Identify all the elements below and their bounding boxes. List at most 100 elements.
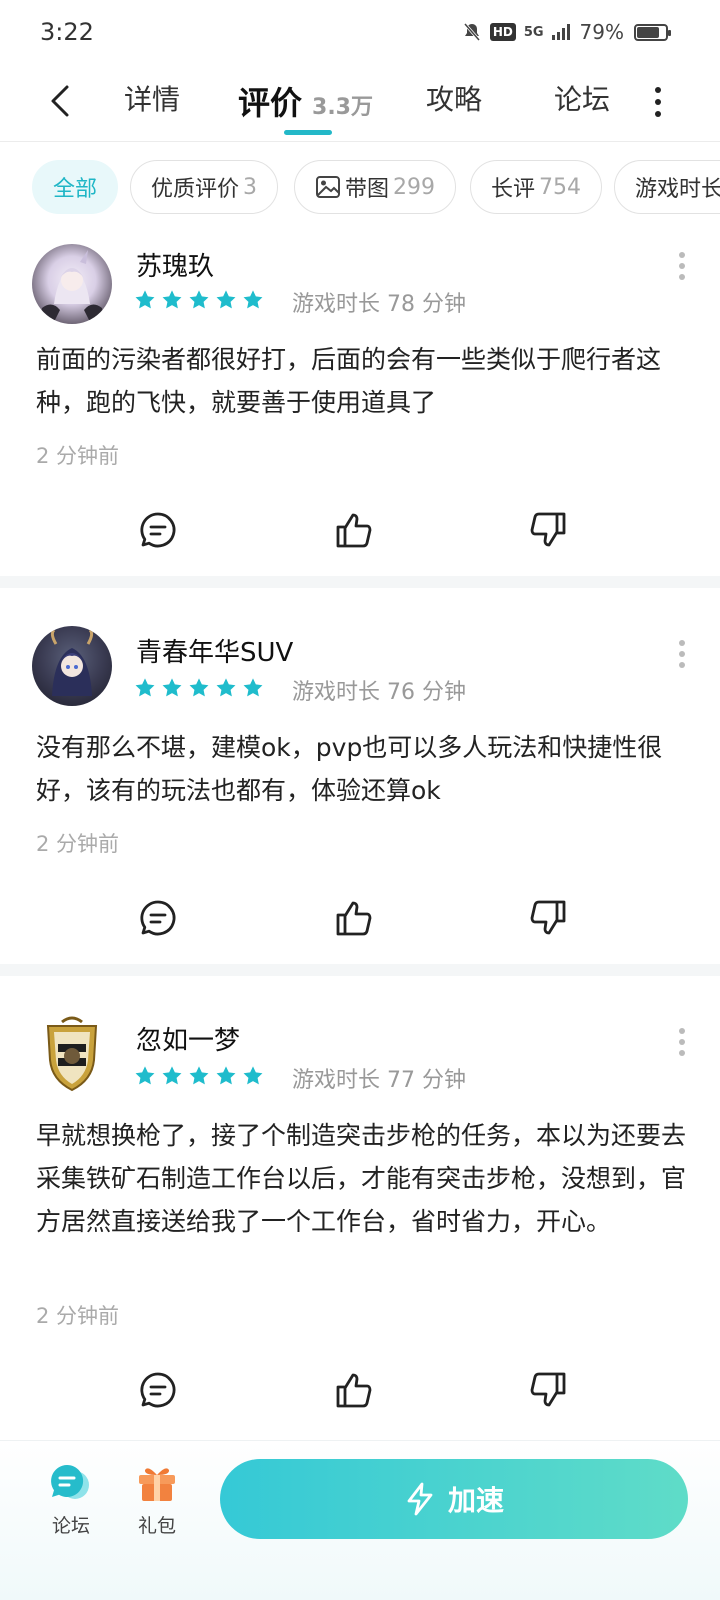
chip-label: 优质评价 — [151, 177, 240, 202]
image-icon — [315, 175, 341, 199]
review-text[interactable]: 没有那么不堪，建模ok，pvp也可以多人玩法和快捷性很好，该有的玩法也都有，体验… — [36, 726, 686, 812]
review-more-button[interactable] — [678, 640, 686, 668]
review-text[interactable]: 早就想换枪了，接了个制造突击步枪的任务，本以为还要去采集铁矿石制造工作台以后，才… — [36, 1114, 686, 1243]
tab-label: 评价 — [238, 84, 303, 122]
thumbs-down-icon — [530, 512, 566, 547]
tab-label: 攻略 — [426, 83, 483, 116]
status-icons: HD 5G 79% — [462, 20, 671, 44]
review-time: 2 分钟前 — [36, 832, 120, 856]
tab-details[interactable]: 详情 — [124, 78, 180, 124]
chip-count: 3 — [243, 174, 258, 200]
star-icon — [135, 1066, 155, 1085]
star-icon — [135, 678, 155, 697]
comment-button[interactable] — [138, 510, 178, 550]
thumbs-up-icon — [336, 1373, 372, 1408]
divider — [0, 964, 720, 976]
star-icon — [162, 1066, 182, 1085]
thumbs-up-icon — [336, 513, 372, 548]
dislike-button[interactable] — [528, 898, 568, 938]
gift-label: 礼包 — [137, 1515, 176, 1537]
back-arrow-icon — [51, 85, 69, 117]
avatar[interactable] — [32, 626, 112, 706]
review-time: 2 分钟前 — [36, 444, 120, 468]
like-button[interactable] — [334, 1370, 374, 1410]
divider — [0, 576, 720, 588]
star-rating — [134, 1065, 264, 1087]
username[interactable]: 苏瑰玖 — [136, 246, 214, 283]
chip-label: 全部 — [53, 177, 98, 202]
bottom-action-bar: 论坛 礼包 加速 — [0, 1440, 720, 1600]
playtime: 游戏时长 76 分钟 — [292, 680, 466, 705]
thumbs-down-icon — [530, 1372, 566, 1407]
avatar[interactable] — [32, 244, 112, 324]
comment-icon — [140, 1372, 176, 1408]
playtime: 游戏时长 77 分钟 — [292, 1068, 466, 1093]
status-time: 3:22 — [40, 18, 94, 46]
star-icon — [135, 290, 155, 309]
filter-chip-long-reviews[interactable]: 长评 754 — [470, 160, 603, 214]
review-more-button[interactable] — [678, 1028, 686, 1056]
star-rating — [134, 677, 264, 699]
forum-label: 论坛 — [51, 1515, 90, 1537]
chip-label: 长评 — [491, 177, 536, 202]
review-card: 苏瑰玖 游戏时长 78 分钟 前面的污染者都很好打，后面的会有一些类似于爬行者这… — [0, 222, 720, 588]
like-button[interactable] — [334, 898, 374, 938]
like-button[interactable] — [334, 510, 374, 550]
star-icon — [216, 1066, 236, 1085]
forum-chat-icon — [51, 1464, 89, 1499]
chip-count: 299 — [393, 174, 436, 200]
thumbs-up-icon — [336, 901, 372, 936]
hd-badge: HD — [489, 23, 516, 41]
star-icon — [162, 678, 182, 697]
chip-label: 带图 — [345, 177, 390, 202]
review-text[interactable]: 前面的污染者都很好打，后面的会有一些类似于爬行者这种，跑的飞快，就要善于使用道具… — [36, 338, 686, 424]
review-card: 青春年华SUV 游戏时长 76 分钟 没有那么不堪，建模ok，pvp也可以多人玩… — [0, 588, 720, 966]
signal-icon — [551, 24, 570, 40]
forum-button[interactable]: 论坛 — [36, 1463, 106, 1538]
playtime: 游戏时长 78 分钟 — [292, 292, 466, 317]
star-icon — [243, 290, 263, 309]
tab-forum[interactable]: 论坛 — [554, 78, 610, 124]
active-tab-indicator — [284, 130, 332, 135]
username[interactable]: 忽如一梦 — [136, 1020, 240, 1057]
comment-button[interactable] — [138, 1370, 178, 1410]
dislike-button[interactable] — [528, 510, 568, 550]
tab-reviews[interactable]: 评价 3.3万 — [238, 78, 373, 124]
avatar[interactable] — [32, 1014, 112, 1094]
more-options-button[interactable] — [648, 82, 668, 122]
gift-button[interactable]: 礼包 — [122, 1463, 192, 1538]
dislike-button[interactable] — [528, 1370, 568, 1410]
lightning-icon — [407, 1482, 433, 1516]
star-icon — [189, 678, 209, 697]
status-bar: 3:22 HD 5G 79% — [0, 0, 720, 68]
battery-icon — [634, 23, 671, 41]
comment-icon — [140, 900, 176, 936]
chip-label: 游戏时长 — [635, 177, 720, 202]
username[interactable]: 青春年华SUV — [136, 632, 293, 669]
star-rating — [134, 289, 264, 311]
review-more-button[interactable] — [678, 252, 686, 280]
boost-label: 加速 — [447, 1484, 504, 1517]
boost-button[interactable]: 加速 — [220, 1459, 688, 1539]
filter-chips: 全部 优质评价 3 带图 299 长评 754 游戏时长 — [0, 158, 720, 216]
chip-count: 754 — [539, 174, 582, 200]
filter-chip-with-images[interactable]: 带图 299 — [294, 160, 457, 214]
comment-icon — [140, 512, 176, 548]
review-card: 忽如一梦 游戏时长 77 分钟 早就想换枪了，接了个制造突击步枪的任务，本以为还… — [0, 976, 720, 1440]
filter-chip-playtime[interactable]: 游戏时长 — [614, 160, 720, 214]
back-button[interactable] — [40, 78, 80, 124]
gift-icon — [139, 1468, 175, 1501]
top-nav: 详情 评价 3.3万 攻略 论坛 — [0, 68, 720, 142]
tab-label: 详情 — [124, 83, 181, 116]
filter-chip-quality[interactable]: 优质评价 3 — [130, 160, 279, 214]
network-label: 5G — [523, 24, 544, 40]
thumbs-down-icon — [530, 900, 566, 935]
star-icon — [216, 678, 236, 697]
comment-button[interactable] — [138, 898, 178, 938]
star-icon — [162, 290, 182, 309]
star-icon — [189, 290, 209, 309]
tab-label: 论坛 — [554, 83, 611, 116]
filter-chip-all[interactable]: 全部 — [32, 160, 119, 214]
star-icon — [189, 1066, 209, 1085]
tab-guides[interactable]: 攻略 — [426, 78, 482, 124]
